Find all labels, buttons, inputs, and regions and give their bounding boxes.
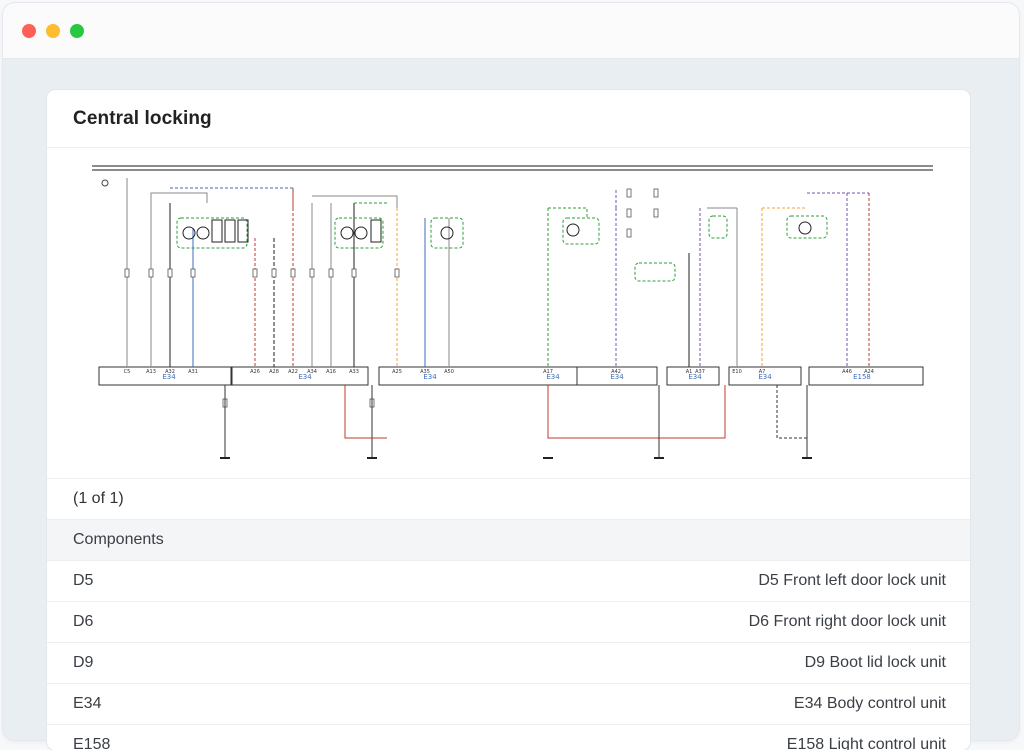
component-symbol xyxy=(562,217,600,245)
pin-label: A35 xyxy=(420,369,430,375)
inline-fuse xyxy=(167,268,173,278)
title-bar xyxy=(3,3,1019,59)
pin-label: E10 xyxy=(732,369,742,375)
minimize-window-button[interactable] xyxy=(46,24,60,38)
pin-label: A17 xyxy=(543,369,553,375)
pin-label: A24 xyxy=(864,369,874,375)
component-symbol xyxy=(786,215,828,239)
page-title: Central locking xyxy=(73,107,212,129)
wire xyxy=(548,207,588,218)
inline-fuse xyxy=(394,268,400,278)
component-row[interactable]: E34 E34 Body control unit xyxy=(47,684,970,725)
wire xyxy=(170,187,294,208)
component-code: D9 xyxy=(73,654,94,671)
pin-label: A32 xyxy=(165,369,175,375)
motor-symbol xyxy=(340,226,354,240)
wire xyxy=(547,385,726,439)
inline-fuse xyxy=(626,228,632,238)
pin-label: A13 xyxy=(146,369,156,375)
inline-fuse xyxy=(653,208,659,218)
pin-label: A50 xyxy=(444,369,454,375)
pagination-status: (1 of 1) xyxy=(47,479,970,520)
inline-fuse xyxy=(290,268,296,278)
pin-label: A33 xyxy=(349,369,359,375)
component-row[interactable]: E158 E158 Light control unit xyxy=(47,725,970,750)
ground-symbol xyxy=(101,179,109,187)
component-row[interactable]: D5 D5 Front left door lock unit xyxy=(47,561,970,602)
pin-label: A37 xyxy=(695,369,705,375)
wiring-diagram-card: Central locking E34 E34 E34 E34 E34 E34 E34 E15… xyxy=(47,90,970,750)
wire xyxy=(150,192,208,203)
component-description: D9 Boot lid lock unit xyxy=(804,654,946,671)
inline-fuse xyxy=(328,268,334,278)
component-code: D5 xyxy=(73,572,94,589)
components-header: Components xyxy=(47,520,970,561)
inline-fuse xyxy=(148,268,154,278)
relay-symbol xyxy=(370,219,382,243)
pin-label: A34 xyxy=(307,369,317,375)
inline-fuse xyxy=(271,268,277,278)
pin-label: A26 xyxy=(250,369,260,375)
pin-label: A46 xyxy=(842,369,852,375)
inline-fuse xyxy=(190,268,196,278)
wiring-diagram[interactable]: E34 E34 E34 E34 E34 E34 E34 E158 C5 A13 A32 A31 A26 A… xyxy=(47,148,970,479)
wiring-diagram-svg: E34 E34 E34 E34 E34 E34 E34 E158C5 A13 A32 A31 A26 A… xyxy=(92,165,933,459)
component-symbol xyxy=(334,217,384,249)
component-symbol xyxy=(634,262,676,282)
inline-fuse xyxy=(309,268,315,278)
pin-label: A28 xyxy=(269,369,279,375)
pin-label: A1 xyxy=(686,369,693,375)
inline-fuse xyxy=(626,208,632,218)
pin-label: A22 xyxy=(288,369,298,375)
components-list: D5 D5 Front left door lock unit D6 D6 Fr… xyxy=(47,561,970,750)
component-code: D6 xyxy=(73,613,94,630)
motor-symbol xyxy=(798,221,812,235)
inline-fuse xyxy=(124,268,130,278)
motor-symbol xyxy=(196,226,210,240)
relay-symbol xyxy=(211,219,223,243)
relay-symbol xyxy=(224,219,236,243)
component-symbol xyxy=(430,217,464,249)
pin-label: A42 xyxy=(611,369,621,375)
inline-fuse xyxy=(252,268,258,278)
motor-symbol xyxy=(440,226,454,240)
pin-label: A25 xyxy=(392,369,402,375)
inline-fuse xyxy=(653,188,659,198)
inline-fuse xyxy=(626,188,632,198)
component-row[interactable]: D9 D9 Boot lid lock unit xyxy=(47,643,970,684)
pin-label: A16 xyxy=(326,369,336,375)
motor-symbol xyxy=(566,223,580,237)
pin-label: A7 xyxy=(759,369,766,375)
pin-label: C5 xyxy=(124,369,131,375)
close-window-button[interactable] xyxy=(22,24,36,38)
inline-fuse xyxy=(351,268,357,278)
wire xyxy=(776,385,808,439)
component-description: D6 Front right door lock unit xyxy=(748,613,946,630)
component-description: E158 Light control unit xyxy=(786,736,946,750)
component-description: D5 Front left door lock unit xyxy=(758,572,946,589)
zoom-window-button[interactable] xyxy=(70,24,84,38)
component-row[interactable]: D6 D6 Front right door lock unit xyxy=(47,602,970,643)
component-symbol xyxy=(708,215,728,239)
component-code: E158 xyxy=(73,736,111,750)
pin-label: A31 xyxy=(188,369,198,375)
card-header: Central locking xyxy=(47,90,970,148)
wire xyxy=(344,385,387,439)
motor-symbol xyxy=(354,226,368,240)
component-description: E34 Body control unit xyxy=(793,695,946,712)
component-code: E34 xyxy=(73,695,102,712)
